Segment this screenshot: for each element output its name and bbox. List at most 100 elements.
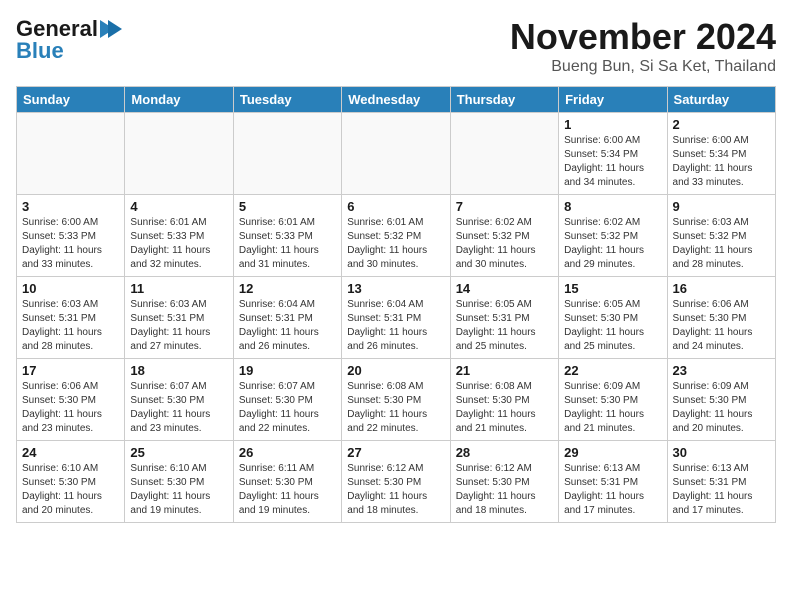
day-number: 1 [564,117,661,132]
calendar-header-monday: Monday [125,87,233,113]
calendar-cell: 27 Sunrise: 6:12 AM Sunset: 5:30 PM Dayli… [342,441,450,523]
day-info: Sunrise: 6:10 AM Sunset: 5:30 PM Dayligh… [130,462,227,518]
calendar-cell: 21Sunrise: 6:08 AM Sunset: 5:30 PM Dayli… [450,359,558,441]
day-info: Sunrise: 6:06 AM Sunset: 5:30 PM Dayligh… [673,298,770,354]
calendar-cell: 20 Sunrise: 6:08 AM Sunset: 5:30 PM Dayli… [342,359,450,441]
calendar-cell: 23 Sunrise: 6:09 AM Sunset: 5:30 PM Dayli… [667,359,775,441]
day-info: Sunrise: 6:09 AM Sunset: 5:30 PM Dayligh… [564,380,661,436]
day-info: Sunrise: 6:04 AM Sunset: 5:31 PM Dayligh… [239,298,336,354]
calendar-cell [342,113,450,195]
day-info: Sunrise: 6:01 AM Sunset: 5:33 PM Dayligh… [130,216,227,272]
day-number: 21 [456,363,553,378]
calendar-cell: 9 Sunrise: 6:03 AM Sunset: 5:32 PM Daylig… [667,195,775,277]
day-number: 12 [239,281,336,296]
day-number: 23 [673,363,770,378]
day-number: 16 [673,281,770,296]
calendar-cell: 6 Sunrise: 6:01 AM Sunset: 5:32 PM Daylig… [342,195,450,277]
day-number: 17 [22,363,119,378]
calendar-week-row: 24Sunrise: 6:10 AM Sunset: 5:30 PM Dayli… [17,441,776,523]
calendar-header-wednesday: Wednesday [342,87,450,113]
day-info: Sunrise: 6:01 AM Sunset: 5:33 PM Dayligh… [239,216,336,272]
day-info: Sunrise: 6:11 AM Sunset: 5:30 PM Dayligh… [239,462,336,518]
calendar-cell: 22 Sunrise: 6:09 AM Sunset: 5:30 PM Dayli… [559,359,667,441]
day-number: 14 [456,281,553,296]
day-info: Sunrise: 6:10 AM Sunset: 5:30 PM Dayligh… [22,462,119,518]
calendar-cell [450,113,558,195]
calendar-cell: 7 Sunrise: 6:02 AM Sunset: 5:32 PM Daylig… [450,195,558,277]
day-number: 10 [22,281,119,296]
day-info: Sunrise: 6:13 AM Sunset: 5:31 PM Dayligh… [673,462,770,518]
calendar-cell: 28 Sunrise: 6:12 AM Sunset: 5:30 PM Dayli… [450,441,558,523]
calendar-week-row: 17 Sunrise: 6:06 AM Sunset: 5:30 PM Dayli… [17,359,776,441]
day-info: Sunrise: 6:08 AM Sunset: 5:30 PM Dayligh… [347,380,444,436]
day-info: Sunrise: 6:01 AM Sunset: 5:32 PM Dayligh… [347,216,444,272]
day-number: 18 [130,363,227,378]
calendar-table: SundayMondayTuesdayWednesdayThursdayFrid… [16,86,776,523]
day-number: 19 [239,363,336,378]
calendar-cell: 5 Sunrise: 6:01 AM Sunset: 5:33 PM Daylig… [233,195,341,277]
day-number: 22 [564,363,661,378]
title-block: November 2024 Bueng Bun, Si Sa Ket, Thai… [510,16,776,76]
calendar-cell: 11 Sunrise: 6:03 AM Sunset: 5:31 PM Dayli… [125,277,233,359]
day-number: 29 [564,445,661,460]
day-number: 11 [130,281,227,296]
day-info: Sunrise: 6:09 AM Sunset: 5:30 PM Dayligh… [673,380,770,436]
day-info: Sunrise: 6:07 AM Sunset: 5:30 PM Dayligh… [130,380,227,436]
day-number: 15 [564,281,661,296]
logo: General Blue [16,16,124,64]
day-info: Sunrise: 6:12 AM Sunset: 5:30 PM Dayligh… [347,462,444,518]
day-info: Sunrise: 6:06 AM Sunset: 5:30 PM Dayligh… [22,380,119,436]
day-info: Sunrise: 6:05 AM Sunset: 5:30 PM Dayligh… [564,298,661,354]
calendar-cell [125,113,233,195]
calendar-week-row: 3 Sunrise: 6:00 AM Sunset: 5:33 PM Daylig… [17,195,776,277]
calendar-cell: 2Sunrise: 6:00 AM Sunset: 5:34 PM Daylig… [667,113,775,195]
calendar-header-tuesday: Tuesday [233,87,341,113]
day-info: Sunrise: 6:00 AM Sunset: 5:34 PM Dayligh… [673,134,770,190]
calendar-header-sunday: Sunday [17,87,125,113]
day-number: 5 [239,199,336,214]
calendar-cell: 13Sunrise: 6:04 AM Sunset: 5:31 PM Dayli… [342,277,450,359]
calendar-cell: 29 Sunrise: 6:13 AM Sunset: 5:31 PM Dayli… [559,441,667,523]
calendar-cell: 10Sunrise: 6:03 AM Sunset: 5:31 PM Dayli… [17,277,125,359]
calendar-cell: 18 Sunrise: 6:07 AM Sunset: 5:30 PM Dayli… [125,359,233,441]
day-number: 13 [347,281,444,296]
day-number: 3 [22,199,119,214]
calendar-week-row: 1 Sunrise: 6:00 AM Sunset: 5:34 PM Daylig… [17,113,776,195]
day-info: Sunrise: 6:07 AM Sunset: 5:30 PM Dayligh… [239,380,336,436]
day-info: Sunrise: 6:12 AM Sunset: 5:30 PM Dayligh… [456,462,553,518]
day-number: 20 [347,363,444,378]
day-info: Sunrise: 6:13 AM Sunset: 5:31 PM Dayligh… [564,462,661,518]
month-title: November 2024 [510,16,776,58]
calendar-cell [17,113,125,195]
day-info: Sunrise: 6:05 AM Sunset: 5:31 PM Dayligh… [456,298,553,354]
calendar-cell: 19 Sunrise: 6:07 AM Sunset: 5:30 PM Dayli… [233,359,341,441]
page-header: General Blue November 2024 Bueng Bun, Si… [16,16,776,76]
calendar-cell: 24Sunrise: 6:10 AM Sunset: 5:30 PM Dayli… [17,441,125,523]
day-number: 6 [347,199,444,214]
day-number: 26 [239,445,336,460]
day-number: 9 [673,199,770,214]
calendar-cell: 26 Sunrise: 6:11 AM Sunset: 5:30 PM Dayli… [233,441,341,523]
calendar-header-thursday: Thursday [450,87,558,113]
day-info: Sunrise: 6:02 AM Sunset: 5:32 PM Dayligh… [564,216,661,272]
calendar-cell: 12 Sunrise: 6:04 AM Sunset: 5:31 PM Dayli… [233,277,341,359]
calendar-cell: 14 Sunrise: 6:05 AM Sunset: 5:31 PM Dayli… [450,277,558,359]
calendar-week-row: 10 Sunrise: 6:03 AM Sunset: 5:31 PM Dayli… [17,277,776,359]
calendar-cell [233,113,341,195]
day-info: Sunrise: 6:03 AM Sunset: 5:32 PM Dayligh… [673,216,770,272]
day-info: Sunrise: 6:03 AM Sunset: 5:31 PM Dayligh… [130,298,227,354]
day-number: 27 [347,445,444,460]
day-number: 28 [456,445,553,460]
calendar-cell: 17 Sunrise: 6:06 AM Sunset: 5:30 PM Dayli… [17,359,125,441]
calendar-header-saturday: Saturday [667,87,775,113]
day-info: Sunrise: 6:00 AM Sunset: 5:33 PM Dayligh… [22,216,119,272]
day-number: 7 [456,199,553,214]
calendar-cell: 16 Sunrise: 6:06 AM Sunset: 5:30 PM Dayli… [667,277,775,359]
location-subtitle: Bueng Bun, Si Sa Ket, Thailand [510,58,776,76]
calendar-cell: 15 Sunrise: 6:05 AM Sunset: 5:30 PM Dayli… [559,277,667,359]
day-number: 25 [130,445,227,460]
calendar-cell: 30Sunrise: 6:13 AM Sunset: 5:31 PM Dayli… [667,441,775,523]
logo-arrow-icon [100,20,122,38]
day-info: Sunrise: 6:02 AM Sunset: 5:32 PM Dayligh… [456,216,553,272]
day-number: 4 [130,199,227,214]
